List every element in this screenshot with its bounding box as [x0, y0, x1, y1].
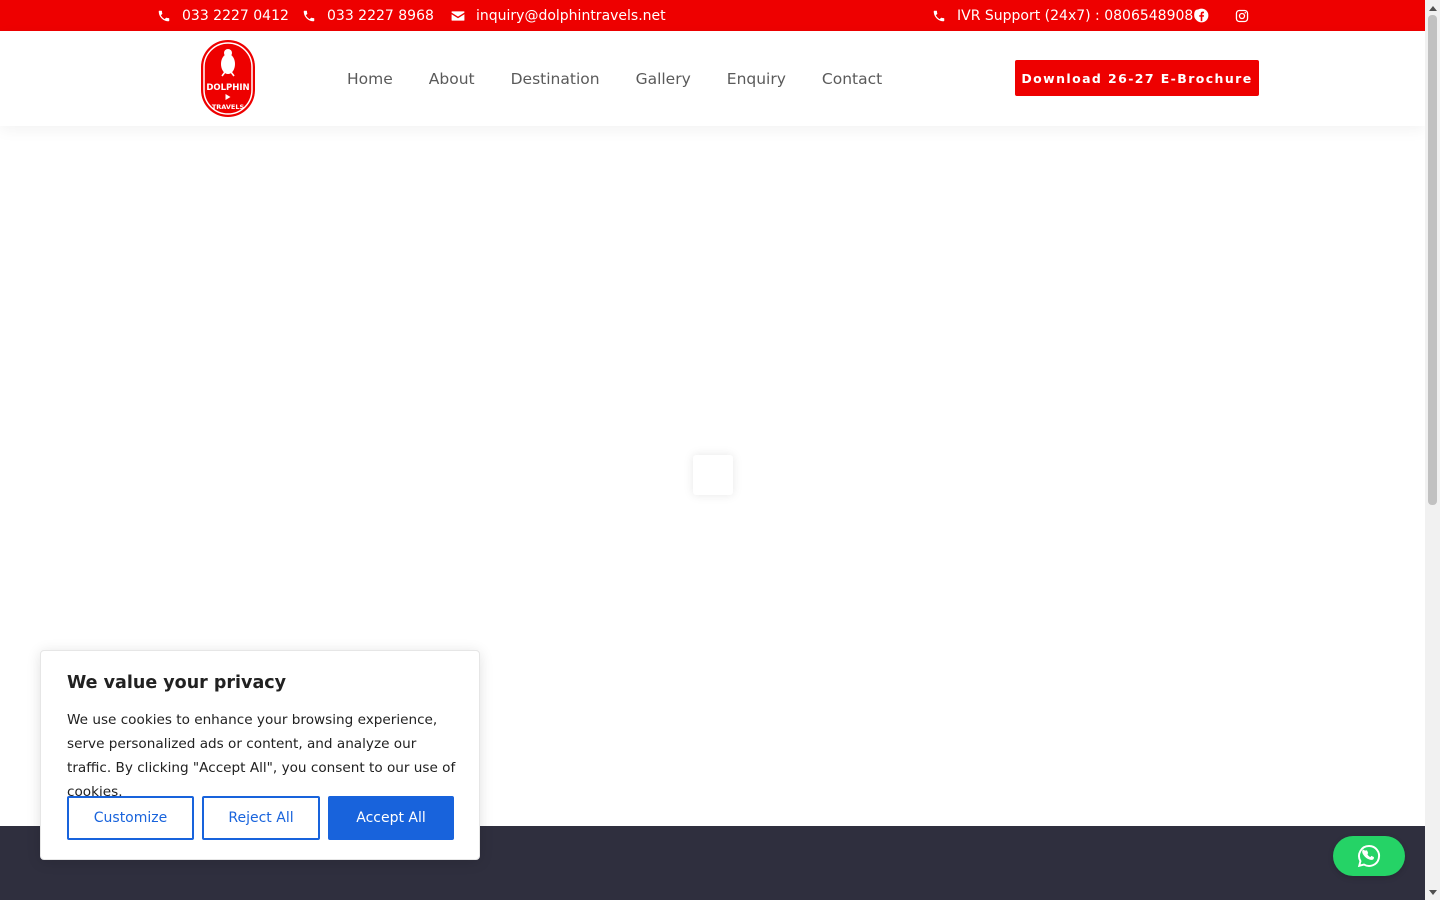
email-address: inquiry@dolphintravels.net: [476, 7, 666, 24]
phone-icon: [933, 10, 945, 21]
logo-text-dolphin: DOLPHIN: [206, 83, 249, 93]
scroll-down-arrow-icon[interactable]: [1425, 885, 1440, 900]
customize-button[interactable]: Customize: [67, 796, 194, 840]
instagram-link[interactable]: [1235, 0, 1249, 31]
logo-text-travels: TRAVELS: [212, 103, 245, 111]
page-loader: [693, 455, 733, 495]
cookie-consent-banner: We value your privacy We use cookies to …: [40, 650, 480, 860]
vertical-scrollbar[interactable]: [1425, 0, 1440, 900]
nav-about[interactable]: About: [429, 70, 475, 88]
ivr-support-text: IVR Support (24x7) : 08065489080: [957, 7, 1203, 24]
whatsapp-button[interactable]: [1333, 836, 1405, 876]
dolphin-travels-logo[interactable]: DOLPHIN TRAVELS: [199, 38, 257, 119]
top-contact-bar: 033 2227 0412 033 2227 8968 inquiry@dolp…: [0, 0, 1425, 31]
phone-number-2: 033 2227 8968: [327, 7, 434, 24]
nav-gallery[interactable]: Gallery: [636, 70, 691, 88]
phone-contact-1[interactable]: 033 2227 0412: [157, 0, 289, 31]
cookie-description: We use cookies to enhance your browsing …: [67, 712, 456, 800]
accept-all-button[interactable]: Accept All: [328, 796, 454, 840]
site-header: DOLPHIN TRAVELS Home About Destination G…: [0, 31, 1425, 126]
scrollbar-thumb[interactable]: [1428, 15, 1437, 505]
cookie-title: We value your privacy: [67, 673, 287, 693]
phone-icon: [303, 10, 315, 21]
email-contact[interactable]: inquiry@dolphintravels.net: [451, 0, 666, 31]
reject-all-button[interactable]: Reject All: [202, 796, 320, 840]
phone-icon: [158, 10, 170, 21]
phone-number-1: 033 2227 0412: [182, 7, 289, 24]
phone-contact-2[interactable]: 033 2227 8968: [302, 0, 434, 31]
facebook-link[interactable]: [1194, 0, 1209, 31]
scroll-up-arrow-icon[interactable]: [1425, 0, 1440, 15]
ivr-support-contact[interactable]: IVR Support (24x7) : 08065489080: [932, 0, 1202, 31]
main-navigation: Home About Destination Gallery Enquiry C…: [347, 31, 882, 126]
whatsapp-icon: [1357, 845, 1381, 868]
instagram-icon: [1235, 9, 1249, 22]
facebook-icon: [1194, 8, 1209, 23]
nav-home[interactable]: Home: [347, 70, 393, 88]
envelope-icon: [451, 10, 465, 21]
nav-contact[interactable]: Contact: [822, 70, 882, 88]
download-brochure-button[interactable]: Download 26-27 E-Brochure: [1015, 60, 1259, 96]
nav-destination[interactable]: Destination: [511, 70, 600, 88]
logo-badge: DOLPHIN TRAVELS: [201, 40, 255, 117]
nav-enquiry[interactable]: Enquiry: [727, 70, 786, 88]
